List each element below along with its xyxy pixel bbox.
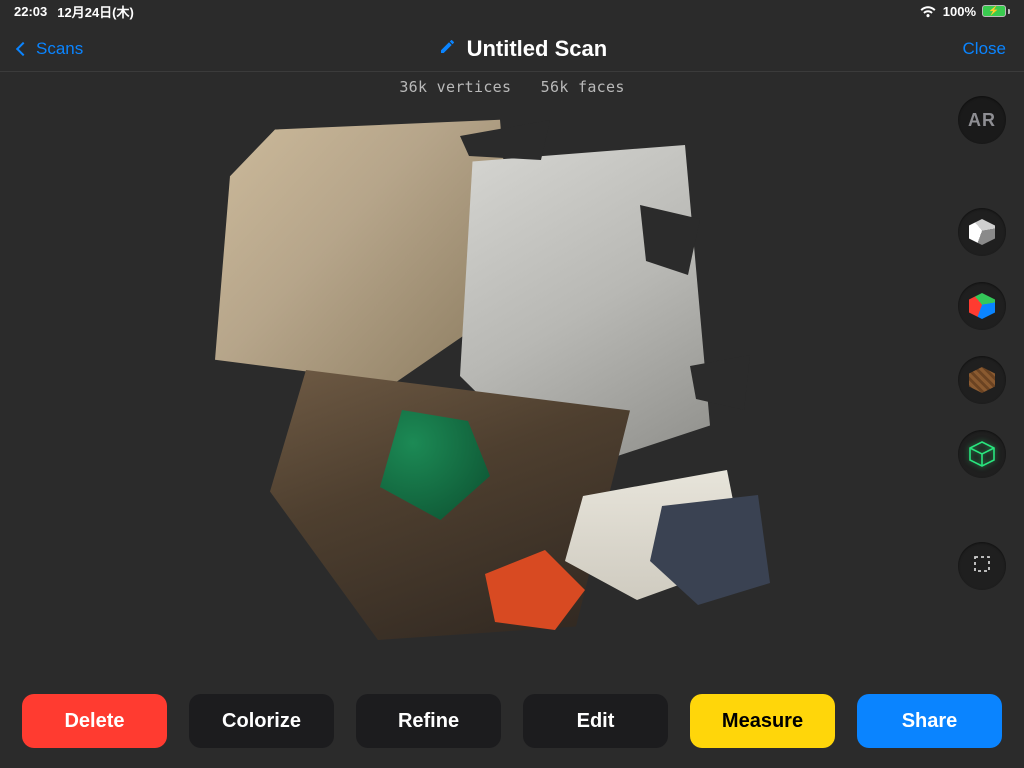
wireframe-view-button[interactable] (958, 430, 1006, 478)
status-bar: 22:03 12月24日(木) 100% ⚡ (0, 0, 1024, 22)
delete-label: Delete (64, 710, 124, 733)
edit-title-button[interactable] (439, 37, 457, 60)
status-date: 12月24日(木) (57, 2, 134, 21)
back-button[interactable]: Scans (18, 39, 83, 59)
delete-button[interactable]: Delete (22, 694, 167, 748)
refine-button[interactable]: Refine (356, 694, 501, 748)
close-label: Close (963, 39, 1006, 59)
mesh-stats: 36k vertices 56k faces (0, 78, 1024, 96)
faces-count: 56k faces (541, 78, 625, 96)
ar-view-button[interactable]: AR (958, 96, 1006, 144)
share-button[interactable]: Share (857, 694, 1002, 748)
scan-mesh (150, 110, 790, 670)
close-button[interactable]: Close (963, 39, 1006, 59)
status-time: 22:03 (14, 4, 47, 19)
ar-label: AR (968, 110, 996, 131)
cube-texture-icon (969, 367, 995, 393)
cube-shaded-icon (969, 219, 995, 245)
colorize-label: Colorize (222, 710, 301, 733)
shaded-view-button[interactable] (958, 208, 1006, 256)
cube-wireframe-icon (968, 440, 996, 468)
chevron-left-icon (16, 41, 30, 55)
edit-label: Edit (577, 710, 615, 733)
refine-label: Refine (398, 710, 459, 733)
scan-3d-viewport[interactable] (150, 110, 790, 670)
vertices-count: 36k vertices (399, 78, 511, 96)
crop-button[interactable] (958, 542, 1006, 590)
bottom-action-bar: Delete Colorize Refine Edit Measure Shar… (0, 694, 1024, 748)
view-mode-toolbar: AR (958, 96, 1006, 590)
battery-icon: ⚡ (982, 5, 1010, 17)
edit-button[interactable]: Edit (523, 694, 668, 748)
measure-label: Measure (722, 710, 803, 733)
nav-bar: Scans Untitled Scan Close (0, 26, 1024, 72)
share-label: Share (902, 710, 958, 733)
colorize-button[interactable]: Colorize (189, 694, 334, 748)
crop-icon (970, 552, 994, 581)
wifi-icon (919, 5, 937, 18)
page-title: Untitled Scan (467, 36, 608, 62)
textured-view-button[interactable] (958, 356, 1006, 404)
battery-pct: 100% (943, 4, 976, 19)
measure-button[interactable]: Measure (690, 694, 835, 748)
cube-rgb-icon (969, 293, 995, 319)
back-label: Scans (36, 39, 83, 59)
color-view-button[interactable] (958, 282, 1006, 330)
